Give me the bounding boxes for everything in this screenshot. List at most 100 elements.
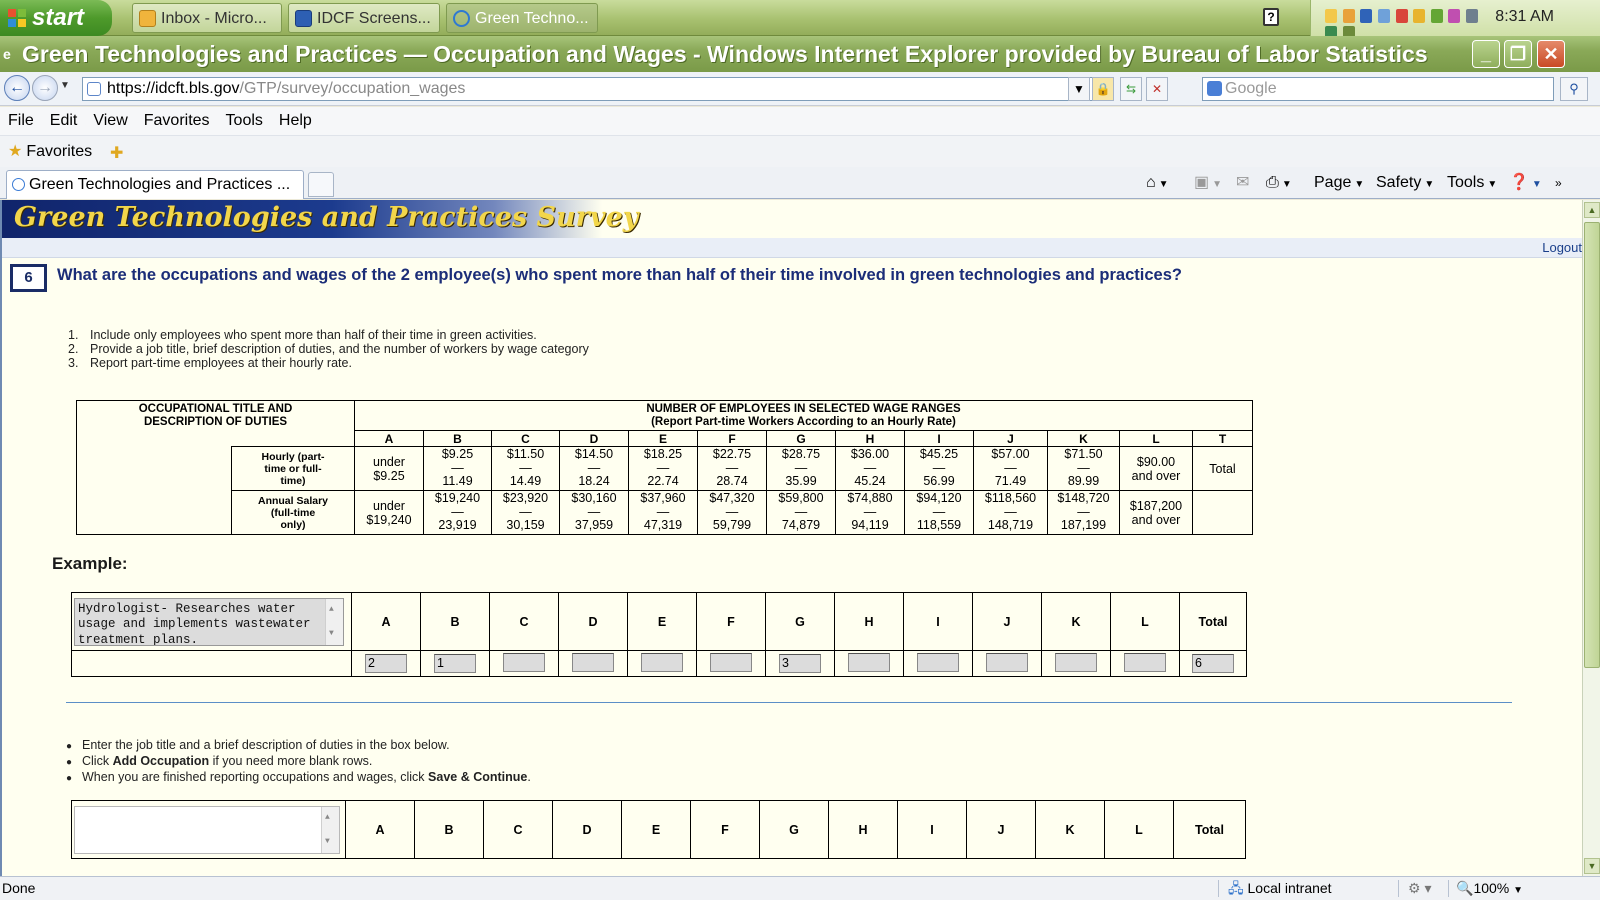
zoom-control[interactable]: 🔍100% ▼ xyxy=(1456,877,1523,900)
example-count-input[interactable]: 1 xyxy=(434,654,476,673)
favorites-bar: ★ Favorites ✚ xyxy=(0,135,1600,167)
wage-column-header: B xyxy=(423,430,492,447)
scroll-down-icon[interactable]: ▼ xyxy=(1584,858,1600,874)
empty-cell xyxy=(71,650,352,677)
menu-tools[interactable]: Tools xyxy=(218,107,271,135)
stop-icon[interactable]: ✕ xyxy=(1146,77,1168,101)
example-count-input[interactable] xyxy=(1124,652,1166,672)
instruction-text: Report part-time employees at their hour… xyxy=(90,356,352,370)
color-wheel-icon[interactable] xyxy=(1448,9,1461,23)
example-count-input[interactable] xyxy=(848,652,890,672)
address-dropdown-icon[interactable]: ▼ xyxy=(1068,77,1090,101)
ie-icon xyxy=(453,10,470,27)
volume-icon[interactable] xyxy=(1466,9,1478,23)
add-favorite-icon[interactable]: ✚ xyxy=(110,143,123,163)
shield-icon[interactable] xyxy=(1360,9,1373,23)
scroll-thumb[interactable] xyxy=(1584,222,1600,668)
alert-icon[interactable] xyxy=(1395,9,1408,23)
range-line: 37,959 xyxy=(574,518,614,533)
example-count-input[interactable] xyxy=(503,652,545,672)
example-count-input[interactable]: 3 xyxy=(779,654,821,673)
menu-edit[interactable]: Edit xyxy=(42,107,86,135)
back-button[interactable]: ← xyxy=(4,75,30,101)
tools-menu[interactable]: Tools ▼ xyxy=(1447,167,1497,201)
nvidia-icon[interactable] xyxy=(1430,9,1443,23)
example-count-input[interactable]: 6 xyxy=(1192,654,1234,673)
forward-button[interactable]: → xyxy=(32,75,58,101)
help-icon[interactable]: ? xyxy=(1263,8,1279,26)
hourly-range-cell: $36.00—45.24 xyxy=(835,446,905,491)
taskbar-item-inbox[interactable]: Inbox - Micro... xyxy=(132,3,282,33)
protected-mode-icon[interactable]: ⚙ ▾ xyxy=(1408,877,1431,900)
example-value-cell: 1 xyxy=(420,650,490,677)
scroll-down-icon[interactable]: ▼ xyxy=(325,834,330,850)
entry-column-header: D xyxy=(552,800,622,859)
example-description-textarea[interactable]: Hydrologist- Researches water usage and … xyxy=(74,597,344,646)
menu-favorites[interactable]: Favorites xyxy=(136,107,218,135)
scroll-up-icon[interactable]: ▲ xyxy=(329,602,334,618)
wage-range-table: OCCUPATIONAL TITLE AND DESCRIPTION OF DU… xyxy=(76,400,1253,535)
logout-link[interactable]: Logout xyxy=(1542,238,1582,257)
safety-menu[interactable]: Safety ▼ xyxy=(1376,167,1434,201)
hourly-range-cell: $18.25—22.74 xyxy=(628,446,698,491)
occupation-description-textarea[interactable]: ▲ ▼ xyxy=(74,805,340,854)
print-icon[interactable]: ⎙ ▼ xyxy=(1266,167,1292,201)
feeds-icon[interactable]: ▣ ▼ xyxy=(1194,167,1222,201)
entry-header-row: ▲ ▼ A B C D E F G H I J K L Total xyxy=(71,800,1246,859)
address-input[interactable]: https://idcft.bls.gov/GTP/survey/occupat… xyxy=(82,77,1112,101)
menu-view[interactable]: View xyxy=(85,107,135,135)
favorites-button[interactable]: ★ Favorites xyxy=(8,136,92,168)
scroll-down-icon[interactable]: ▼ xyxy=(329,626,334,642)
range-line: $57.00 xyxy=(991,447,1030,462)
window-title-bar[interactable]: e Green Technologies and Practices — Occ… xyxy=(0,36,1600,72)
home-icon[interactable]: ⌂ ▼ xyxy=(1146,167,1169,201)
scroll-up-icon[interactable]: ▲ xyxy=(1584,202,1600,218)
taskbar-item-idcf[interactable]: IDCF Screens... xyxy=(288,3,440,33)
search-input[interactable]: Google xyxy=(1202,77,1554,101)
security-zone[interactable]: 🖧 Local intranet xyxy=(1228,877,1332,900)
lock-icon[interactable]: 🔒 xyxy=(1092,77,1114,101)
menu-help[interactable]: Help xyxy=(271,107,320,135)
wage-column-header: I xyxy=(904,430,974,447)
scroll-up-icon[interactable]: ▲ xyxy=(325,810,330,826)
zoom-dropdown-icon[interactable]: ▼ xyxy=(1513,885,1523,896)
textarea-scrollbar[interactable]: ▲ ▼ xyxy=(325,598,343,645)
taskbar-clock[interactable]: 8:31 AM xyxy=(1495,0,1554,34)
refresh-icon[interactable]: ⇆ xyxy=(1120,77,1142,101)
textarea-scrollbar[interactable]: ▲ ▼ xyxy=(321,806,339,853)
range-line: 11.49 xyxy=(442,474,473,489)
taskbar-item-green-tech[interactable]: Green Techno... xyxy=(446,3,598,33)
example-count-input[interactable] xyxy=(1055,652,1097,672)
url-path: /GTP/survey/occupation_wages xyxy=(239,80,466,97)
mail-read-icon[interactable]: ✉ xyxy=(1236,167,1249,199)
minimize-button[interactable]: _ xyxy=(1472,40,1500,68)
sync-icon[interactable] xyxy=(1413,9,1426,23)
example-count-input[interactable] xyxy=(710,652,752,672)
example-column-header: J xyxy=(972,592,1042,651)
range-line: $9.25 xyxy=(373,468,405,483)
example-description-text: Hydrologist- Researches water usage and … xyxy=(78,601,311,646)
example-count-input[interactable] xyxy=(917,652,959,672)
recent-pages-dropdown-icon[interactable]: ▼ xyxy=(60,80,70,91)
new-tab-button[interactable] xyxy=(308,172,334,197)
example-count-input[interactable]: 2 xyxy=(365,654,407,673)
outlook-tray-icon[interactable] xyxy=(1342,9,1355,23)
range-line: — xyxy=(519,460,532,475)
status-divider xyxy=(1218,880,1219,897)
start-button[interactable]: start xyxy=(0,0,112,36)
network-icon[interactable] xyxy=(1377,9,1390,23)
example-count-input[interactable] xyxy=(572,652,614,672)
page-scrollbar[interactable]: ▲ ▼ xyxy=(1582,200,1600,876)
page-menu[interactable]: Page ▼ xyxy=(1314,167,1364,201)
mail-icon[interactable] xyxy=(1325,9,1337,23)
example-count-input[interactable] xyxy=(641,652,683,672)
tab-green-technologies[interactable]: Green Technologies and Practices ... xyxy=(6,170,304,199)
example-count-input[interactable] xyxy=(986,652,1028,672)
close-button[interactable]: ✕ xyxy=(1537,40,1565,68)
search-button[interactable]: ⚲ xyxy=(1560,77,1588,101)
help-menu-icon[interactable]: ❓ ▼ xyxy=(1509,167,1542,201)
chevron-more-icon[interactable]: » xyxy=(1555,167,1562,199)
maximize-button[interactable]: ❐ xyxy=(1504,40,1532,68)
annual-range-cell: $47,320—59,799 xyxy=(697,490,767,535)
menu-file[interactable]: File xyxy=(0,107,42,135)
